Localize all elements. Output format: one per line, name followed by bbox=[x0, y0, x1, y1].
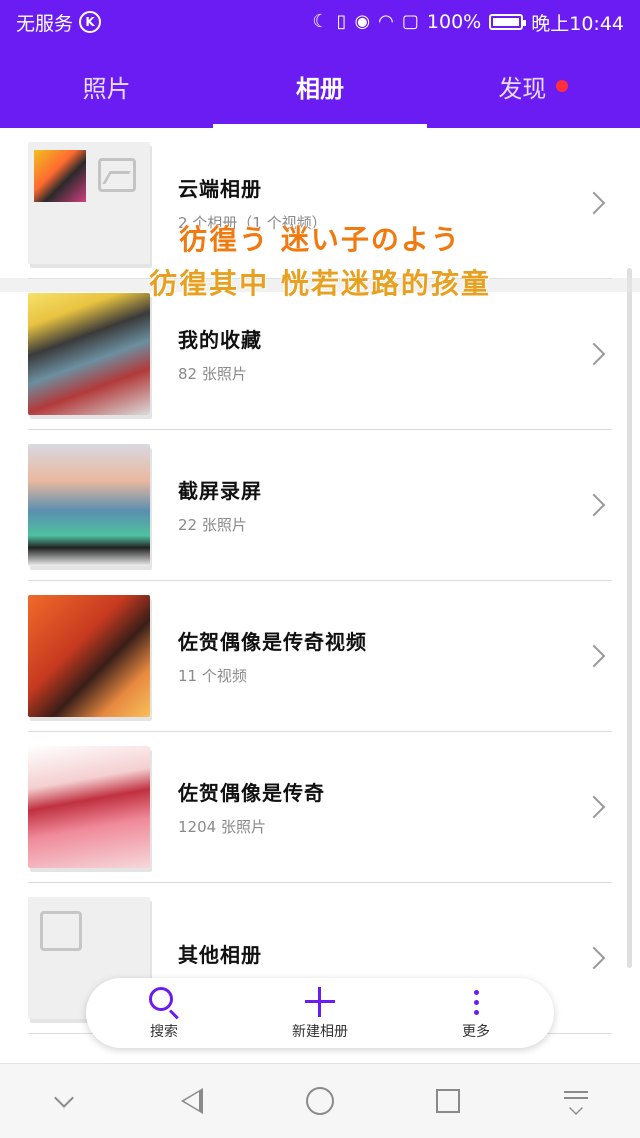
moon-icon: ☾ bbox=[312, 11, 329, 32]
nav-notification-button[interactable] bbox=[544, 1069, 608, 1133]
app-bar: 无服务 K ☾ ▯ ◉ ◠ ▢ 100% 晚上10:44 照片 相册 发现 bbox=[0, 0, 640, 128]
search-button[interactable]: 搜索 bbox=[109, 985, 219, 1041]
album-text: 佐贺偶像是传奇视频 11 个视频 bbox=[178, 626, 586, 686]
recents-square-icon bbox=[436, 1089, 460, 1113]
system-nav-bar bbox=[0, 1063, 640, 1138]
k-badge-icon: K bbox=[79, 11, 102, 33]
album-count: 2 个相册（1 个视频） bbox=[178, 214, 327, 232]
new-album-label: 新建相册 bbox=[292, 1024, 348, 1040]
battery-percent: 100% bbox=[426, 11, 482, 33]
vibrate-icon: ▯ bbox=[336, 11, 347, 32]
back-triangle-icon bbox=[181, 1088, 203, 1114]
album-title: 佐贺偶像是传奇 bbox=[178, 781, 325, 805]
carrier-label: 无服务 bbox=[16, 12, 74, 35]
tab-albums[interactable]: 相册 bbox=[213, 44, 426, 128]
more-vertical-icon bbox=[459, 985, 493, 1019]
album-title: 截屏录屏 bbox=[178, 479, 262, 503]
nav-recents-button[interactable] bbox=[416, 1069, 480, 1133]
nav-home-button[interactable] bbox=[288, 1069, 352, 1133]
status-bar: 无服务 K ☾ ▯ ◉ ◠ ▢ 100% 晚上10:44 bbox=[0, 0, 640, 44]
nav-back-button[interactable] bbox=[160, 1069, 224, 1133]
tab-albums-label: 相册 bbox=[295, 74, 344, 103]
image-placeholder-icon bbox=[98, 158, 136, 192]
album-thumbnail bbox=[28, 444, 150, 566]
search-icon-handle bbox=[168, 1009, 179, 1020]
pull-down-icon bbox=[564, 1089, 588, 1115]
more-label: 更多 bbox=[462, 1024, 490, 1040]
status-left: 无服务 K bbox=[16, 9, 102, 36]
album-title: 其他相册 bbox=[178, 942, 262, 967]
wifi-icon: ◠ bbox=[378, 11, 394, 32]
chevron-down-icon bbox=[54, 1088, 74, 1108]
home-circle-icon bbox=[306, 1087, 334, 1115]
chevron-right-icon bbox=[582, 342, 606, 366]
notification-dot bbox=[556, 80, 569, 92]
status-right: ☾ ▯ ◉ ◠ ▢ 100% 晚上10:44 bbox=[312, 9, 624, 36]
album-title: 云端相册 bbox=[178, 177, 262, 201]
caption-band bbox=[0, 278, 640, 292]
scrollbar[interactable] bbox=[627, 268, 632, 968]
chevron-right-icon bbox=[582, 795, 606, 819]
nav-hide-button[interactable] bbox=[32, 1069, 96, 1133]
search-icon bbox=[147, 985, 181, 1020]
more-button[interactable]: 更多 bbox=[421, 985, 531, 1041]
plus-icon bbox=[303, 985, 337, 1019]
chevron-right-icon bbox=[582, 946, 606, 970]
album-title: 佐贺偶像是传奇视频 bbox=[178, 630, 367, 654]
new-album-button[interactable]: 新建相册 bbox=[265, 985, 375, 1041]
album-text: 其他相册 bbox=[178, 939, 586, 978]
album-text: 佐贺偶像是传奇 1204 张照片 bbox=[178, 777, 586, 837]
battery-icon bbox=[489, 14, 527, 30]
tab-photos[interactable]: 照片 bbox=[0, 44, 213, 128]
album-count: 22 张照片 bbox=[178, 516, 247, 534]
chevron-right-icon bbox=[582, 493, 606, 517]
tab-bar: 照片 相册 发现 bbox=[0, 44, 640, 128]
tab-discover-label: 发现 bbox=[498, 74, 547, 103]
album-title: 我的收藏 bbox=[178, 328, 262, 352]
album-list[interactable]: 云端相册 2 个相册（1 个视频） 我的收藏 82 张照片 截屏录屏 22 张照… bbox=[0, 128, 640, 1063]
sim-icon: ▢ bbox=[401, 11, 419, 32]
clock: 晚上10:44 bbox=[531, 12, 624, 35]
album-row-screenshots[interactable]: 截屏录屏 22 张照片 bbox=[28, 430, 612, 581]
floating-action-bar: 搜索 新建相册 更多 bbox=[86, 978, 554, 1048]
album-text: 我的收藏 82 张照片 bbox=[178, 324, 586, 384]
album-thumbnail bbox=[28, 142, 150, 264]
search-icon-ring bbox=[149, 987, 173, 1011]
tab-photos-label: 照片 bbox=[82, 74, 131, 103]
album-text: 云端相册 2 个相册（1 个视频） bbox=[178, 173, 586, 233]
battery-fill bbox=[493, 18, 520, 26]
album-count: 82 张照片 bbox=[178, 365, 247, 383]
album-placeholder-icon bbox=[40, 911, 82, 951]
chevron-right-icon bbox=[582, 644, 606, 668]
gallery-screen: 无服务 K ☾ ▯ ◉ ◠ ▢ 100% 晚上10:44 照片 相册 发现 云端… bbox=[0, 0, 640, 1138]
album-thumbnail bbox=[28, 293, 150, 415]
eye-icon: ◉ bbox=[354, 11, 371, 32]
album-count: 1204 张照片 bbox=[178, 818, 266, 836]
tab-discover[interactable]: 发现 bbox=[427, 44, 640, 128]
album-row-saga[interactable]: 佐贺偶像是传奇 1204 张照片 bbox=[28, 732, 612, 883]
search-label: 搜索 bbox=[150, 1024, 178, 1040]
album-text: 截屏录屏 22 张照片 bbox=[178, 475, 586, 535]
album-row-favorites[interactable]: 我的收藏 82 张照片 bbox=[28, 279, 612, 430]
album-row-saga-videos[interactable]: 佐贺偶像是传奇视频 11 个视频 bbox=[28, 581, 612, 732]
album-thumbnail bbox=[28, 746, 150, 868]
album-thumbnail bbox=[28, 595, 150, 717]
album-row-cloud[interactable]: 云端相册 2 个相册（1 个视频） bbox=[28, 128, 612, 279]
chevron-right-icon bbox=[582, 191, 606, 215]
album-count: 11 个视频 bbox=[178, 667, 247, 685]
cloud-preview-image bbox=[34, 150, 86, 202]
